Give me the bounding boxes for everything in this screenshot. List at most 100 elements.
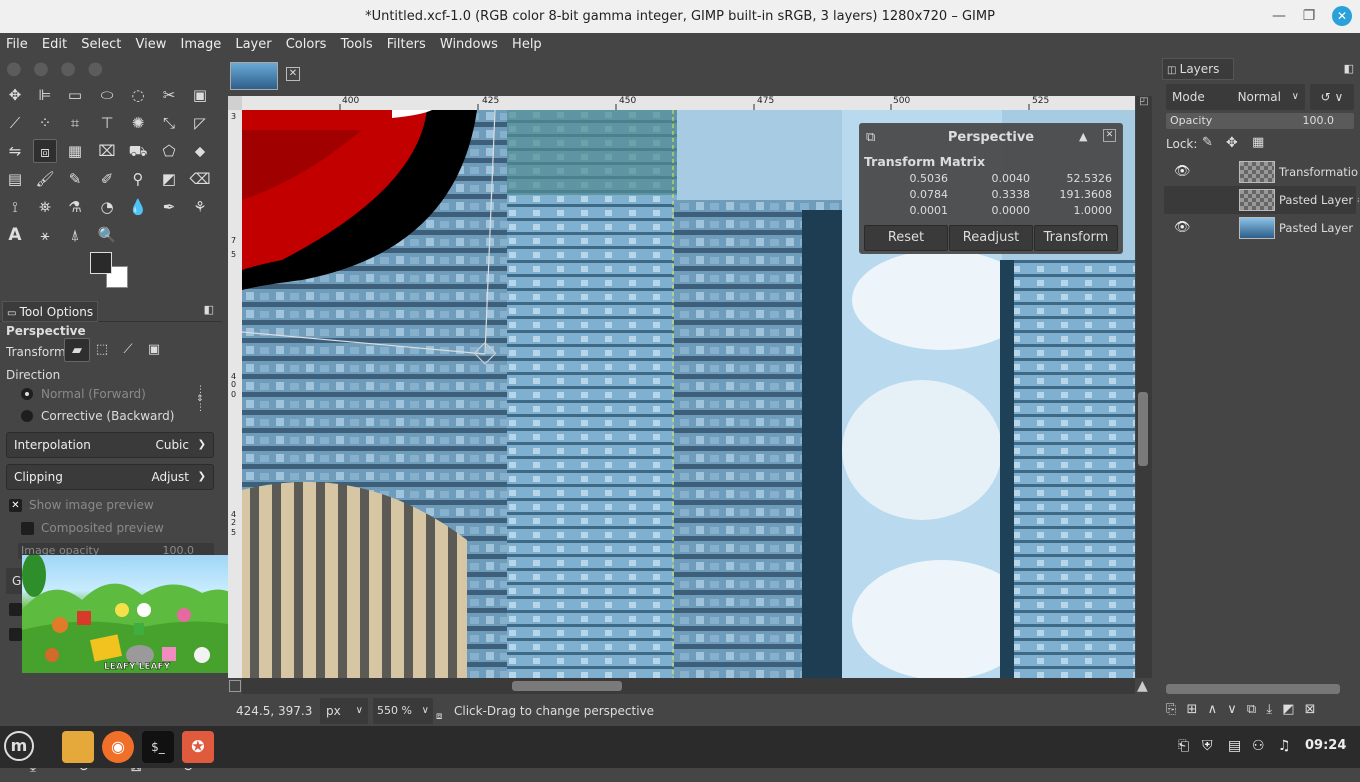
eye-icon[interactable]: 👁 <box>1174 158 1191 186</box>
unit-select[interactable]: px ∨ <box>320 698 368 724</box>
handle-transform-icon[interactable]: ⬠ <box>157 139 181 163</box>
close-tab-icon[interactable]: ✕ <box>286 67 300 81</box>
close-dialog-icon[interactable]: ✕ <box>1103 129 1116 142</box>
menu-windows[interactable]: Windows <box>440 37 498 52</box>
transform-path-icon[interactable]: ⟋ <box>116 338 140 362</box>
shield-icon[interactable]: ⛨ <box>1202 738 1213 754</box>
readjust-button[interactable]: Readjust <box>949 225 1033 251</box>
gradient-icon[interactable]: ▤ <box>3 167 27 191</box>
blend-mode-select[interactable]: Mode Normal ∨ <box>1166 84 1305 110</box>
layer-opacity-slider[interactable]: Opacity 100.0 <box>1166 113 1354 129</box>
minimize-button[interactable]: — <box>1266 0 1292 33</box>
close-window-button[interactable]: ✕ <box>1332 6 1352 26</box>
menu-colors[interactable]: Colors <box>286 37 327 52</box>
scissors-icon[interactable]: ✂ <box>157 83 181 107</box>
layer-row[interactable]: 👁 Transformation <box>1164 158 1359 186</box>
direction-chain-icon[interactable]: ⋮ ⇕ ⋮ <box>196 386 205 413</box>
maximize-button[interactable]: ❐ <box>1296 0 1322 33</box>
layers-tab[interactable]: ◫ Layers <box>1162 58 1234 80</box>
network-icon[interactable]: ⚇ <box>1252 738 1265 754</box>
reset-button[interactable]: Reset <box>864 225 948 251</box>
crop-unified-icon[interactable]: ⟋ <box>3 111 27 135</box>
direction-corrective-radio[interactable] <box>21 410 33 422</box>
flip-icon[interactable]: ⇋ <box>3 139 27 163</box>
navigate-icon[interactable]: ▲ <box>1137 678 1148 694</box>
vertical-ruler[interactable]: 3 7 5 4 0 0 4 2 5 <box>228 110 242 678</box>
scale-icon[interactable]: ⤡ <box>157 111 181 135</box>
option-checkbox-a[interactable] <box>9 603 22 616</box>
menu-tools[interactable]: Tools <box>341 37 373 52</box>
transform-image-icon[interactable]: ▣ <box>142 338 166 362</box>
measure-icon[interactable]: ⍋ <box>63 223 87 247</box>
lock-position-icon[interactable]: ✥ <box>1226 135 1238 151</box>
horizontal-scroll-thumb[interactable] <box>512 681 622 691</box>
interpolation-combo[interactable]: Interpolation Cubic ❯ <box>6 432 214 458</box>
direction-normal-radio[interactable] <box>21 388 33 400</box>
fuzzy-select-icon[interactable]: ⁘ <box>33 111 57 135</box>
lasso-icon[interactable]: ◌ <box>126 83 150 107</box>
notes-icon[interactable]: ▤ <box>1228 738 1241 754</box>
bucket-fill-icon[interactable]: ⛟ <box>126 139 150 163</box>
collapse-icon[interactable]: ▲ <box>1079 130 1087 143</box>
text-tool-icon[interactable]: A <box>3 223 27 247</box>
foreground-color-swatch[interactable] <box>90 252 112 274</box>
menu-image[interactable]: Image <box>180 37 221 52</box>
align-tool-icon[interactable]: ⊫ <box>33 83 57 107</box>
files-icon[interactable] <box>62 731 94 763</box>
warp-icon[interactable]: ✺ <box>126 111 150 135</box>
menu-filters[interactable]: Filters <box>387 37 426 52</box>
firefox-icon[interactable]: ◉ <box>102 731 134 763</box>
eye-icon[interactable]: 👁 <box>1174 214 1191 242</box>
layers-hscroll[interactable] <box>1166 684 1340 694</box>
menu-select[interactable]: Select <box>81 37 121 52</box>
layer-mask-icon[interactable]: ◩ <box>1282 702 1294 717</box>
shear-icon[interactable]: ◸ <box>188 111 212 135</box>
cage-icon[interactable]: ▦ <box>63 139 87 163</box>
3d-transform-icon[interactable]: ⌧ <box>95 139 119 163</box>
new-layer-group-icon[interactable]: ⎘ <box>1166 702 1176 717</box>
tab-menu-icon[interactable]: ◧ <box>204 303 214 316</box>
perspective-clone-icon[interactable]: ⚗ <box>63 195 87 219</box>
show-preview-checkbox[interactable]: ✕ <box>9 499 22 512</box>
transform-button[interactable]: Transform <box>1034 225 1118 251</box>
zoom-fit-icon[interactable]: ◰ <box>1138 96 1150 110</box>
menu-help[interactable]: Help <box>512 37 542 52</box>
ruler-corner[interactable] <box>228 96 242 110</box>
menu-file[interactable]: File <box>6 37 28 52</box>
smudge-icon[interactable]: ◩ <box>157 167 181 191</box>
raise-layer-icon[interactable]: ∧ <box>1208 702 1218 717</box>
crop-icon[interactable]: ⌗ <box>63 111 87 135</box>
zoom-select[interactable]: 550 % ∨ <box>373 698 433 724</box>
paintbrush-icon[interactable]: 🖌 <box>33 167 57 191</box>
blur-icon[interactable]: 💧 <box>126 195 150 219</box>
terminal-icon[interactable]: $_ <box>142 731 174 763</box>
anchor-layer-icon[interactable]: ⤓ <box>1266 702 1272 717</box>
delete-layer-icon[interactable]: ⊠ <box>1305 702 1316 717</box>
layer-row-selected[interactable]: Pasted Layer #1 <box>1164 186 1359 214</box>
quick-mask-toggle[interactable] <box>229 680 241 692</box>
unified-transform-icon[interactable]: ⊤ <box>95 111 119 135</box>
option-checkbox-b[interactable] <box>9 628 22 641</box>
fg-bg-colors[interactable] <box>90 252 130 292</box>
new-layer-icon[interactable]: ⊞ <box>1187 702 1198 717</box>
lower-layer-icon[interactable]: ∨ <box>1227 702 1237 717</box>
gimp-icon[interactable]: ✪ <box>182 731 214 763</box>
ellipse-select-icon[interactable]: ⬭ <box>95 83 119 107</box>
heal-icon[interactable]: ⛯ <box>33 195 57 219</box>
lock-pixels-icon[interactable]: ✎ <box>1202 135 1213 150</box>
menu-edit[interactable]: Edit <box>42 37 67 52</box>
pencil-icon[interactable]: ✎ <box>63 167 87 191</box>
transform-layer-icon[interactable]: ▰ <box>64 338 90 362</box>
perspective-tool-icon[interactable]: ⧈ <box>33 139 57 163</box>
image-tab-thumbnail[interactable] <box>230 62 278 90</box>
paths-icon[interactable]: ⟟ <box>3 195 27 219</box>
composite-mode-button[interactable]: ↺ ∨ <box>1310 84 1354 110</box>
airbrush-icon[interactable]: ✐ <box>95 167 119 191</box>
lock-alpha-icon[interactable]: ▦ <box>1252 135 1264 150</box>
horizontal-ruler[interactable]: 400 425 450 475 500 525 <box>242 96 1135 110</box>
mypaint-icon[interactable]: ⚘ <box>188 195 212 219</box>
menu-view[interactable]: View <box>135 37 166 52</box>
horizontal-scrollbar[interactable] <box>242 678 1135 694</box>
duplicate-layer-icon[interactable]: ⧉ <box>1247 702 1256 717</box>
eraser-icon[interactable]: ⌫ <box>188 167 212 191</box>
